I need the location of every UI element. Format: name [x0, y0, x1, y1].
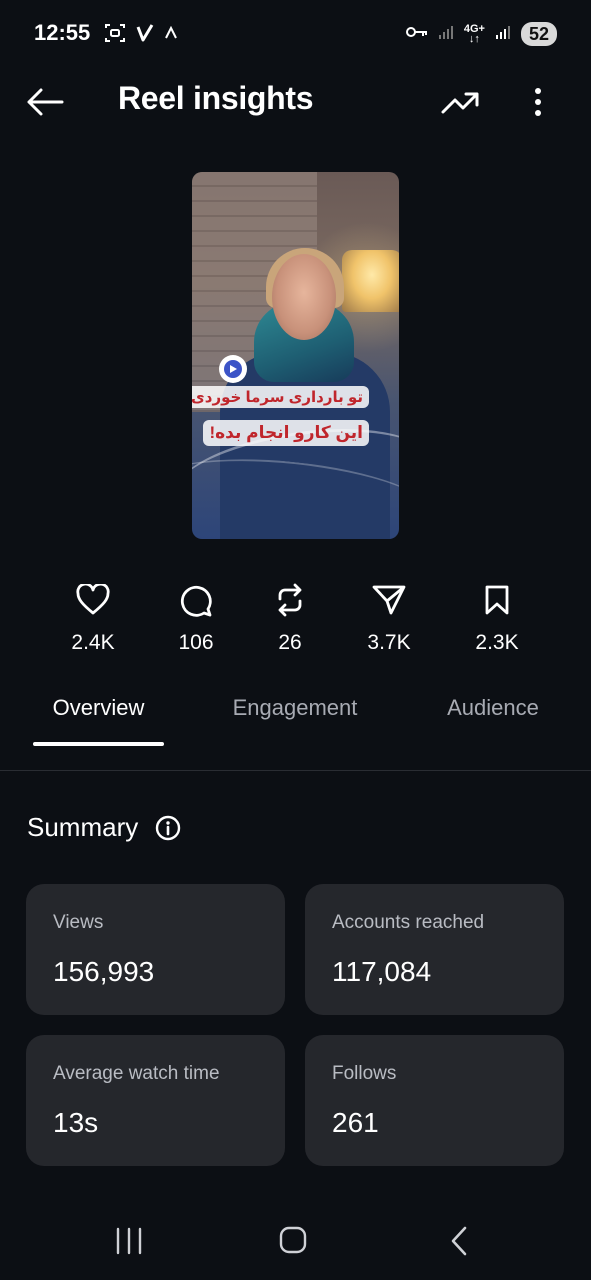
tab-engagement[interactable]: Engagement	[222, 694, 368, 721]
comment-icon	[151, 580, 241, 620]
card-value: 156,993	[53, 956, 155, 987]
thumbnail-lamp	[342, 250, 399, 312]
heart-icon	[48, 580, 138, 620]
stat-saves: 2.3K	[452, 580, 542, 655]
stat-comments-value: 106	[178, 631, 214, 654]
reel-thumbnail[interactable]: تو بارداری سرما خوردی؟ این کارو انجام بد…	[192, 172, 399, 539]
key-icon	[405, 25, 428, 44]
stat-likes: 2.4K	[48, 580, 138, 655]
tab-overview[interactable]: Overview	[33, 694, 164, 721]
status-icons-right: 4G+ ↓↑ 52	[405, 22, 557, 46]
share-icon	[344, 580, 434, 620]
recents-icon	[116, 1227, 142, 1255]
repost-icon	[245, 580, 335, 620]
stat-comments: 106	[151, 580, 241, 655]
stat-shares-value: 3.7K	[367, 631, 411, 654]
card-value: 261	[332, 1107, 379, 1138]
card-label: Average watch time	[53, 1063, 220, 1084]
nav-home-button[interactable]	[276, 1222, 310, 1258]
active-tab-indicator	[33, 742, 164, 746]
stat-likes-value: 2.4K	[71, 631, 115, 654]
network-type: 4G+ ↓↑	[463, 23, 485, 45]
stat-saves-value: 2.3K	[475, 631, 519, 654]
stat-shares: 3.7K	[344, 580, 434, 655]
thumbnail-caption-line1: تو بارداری سرما خوردی؟	[192, 386, 369, 408]
signal-icon-1	[438, 24, 454, 45]
bookmark-icon	[452, 580, 542, 620]
info-button[interactable]	[155, 815, 181, 841]
status-icons-left	[104, 22, 178, 49]
home-icon	[279, 1226, 307, 1254]
trends-button[interactable]	[438, 84, 482, 120]
caret-up-icon	[164, 25, 178, 45]
status-time: 12:55	[34, 20, 91, 45]
summary-card-follows[interactable]: Follows 261	[305, 1035, 564, 1166]
card-value: 117,084	[332, 956, 432, 987]
nav-recents-button[interactable]	[112, 1224, 146, 1258]
nav-back-button[interactable]	[446, 1222, 472, 1260]
more-vertical-icon	[535, 88, 541, 116]
chevron-left-icon	[451, 1226, 467, 1256]
stat-reposts-value: 26	[278, 631, 302, 654]
card-value: 13s	[53, 1107, 99, 1138]
thumbnail-caption-line2: این کارو انجام بده!	[203, 420, 369, 446]
summary-card-views[interactable]: Views 156,993	[26, 884, 285, 1015]
stat-reposts: 26	[245, 580, 335, 655]
info-icon	[155, 815, 181, 841]
screenshot-icon	[104, 22, 126, 49]
play-icon	[219, 355, 247, 383]
arrow-left-icon	[27, 88, 64, 116]
back-button[interactable]	[24, 84, 66, 120]
trending-up-icon	[441, 92, 479, 114]
signal-icon-2	[495, 24, 511, 45]
card-label: Follows	[332, 1063, 397, 1084]
battery-level: 52	[520, 22, 557, 46]
card-label: Accounts reached	[332, 912, 485, 933]
page-title: Reel insights	[118, 80, 314, 116]
vpn-v-icon	[136, 23, 154, 48]
tab-divider	[0, 770, 591, 771]
summary-card-accounts-reached[interactable]: Accounts reached 117,084	[305, 884, 564, 1015]
summary-card-average-watch-time[interactable]: Average watch time 13s	[26, 1035, 285, 1166]
thumbnail-face	[272, 254, 336, 340]
card-label: Views	[53, 912, 104, 933]
more-options-button[interactable]	[522, 82, 554, 122]
summary-title: Summary	[27, 812, 139, 842]
tab-audience[interactable]: Audience	[430, 694, 556, 721]
